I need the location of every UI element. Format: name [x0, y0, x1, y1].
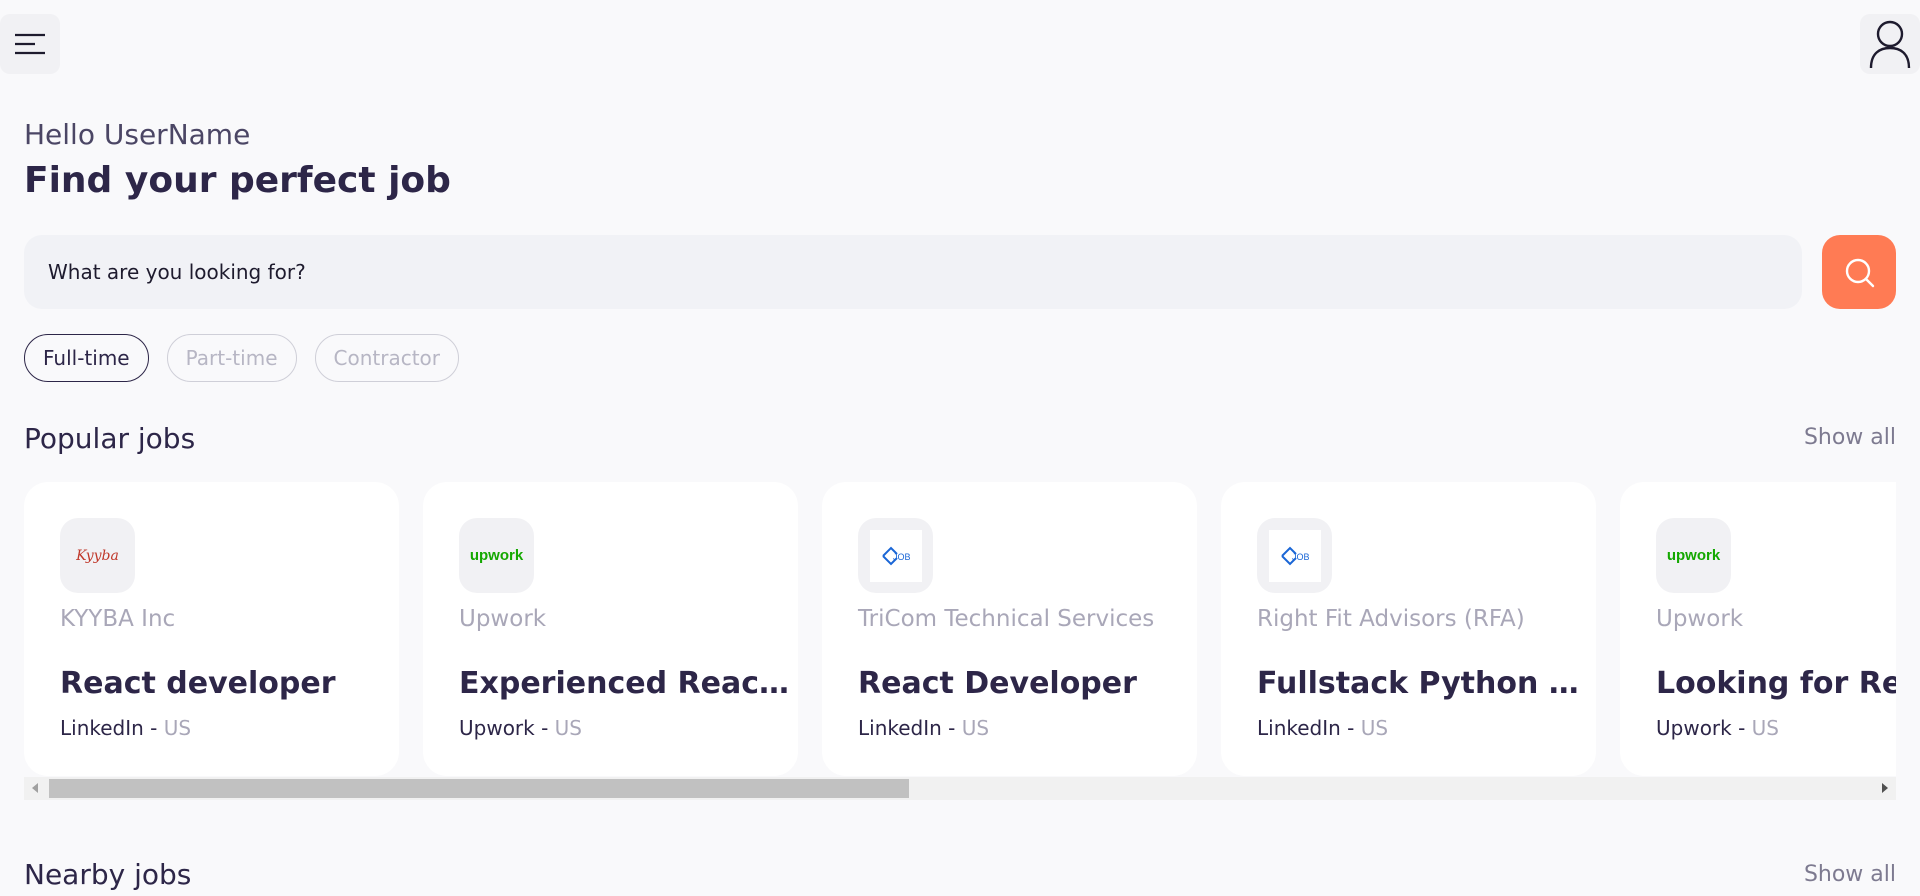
- job-title: Looking for React: [1656, 666, 1896, 701]
- scroll-right-arrow-icon[interactable]: [1882, 783, 1888, 793]
- company-logo: upwork: [1656, 518, 1731, 593]
- search-input[interactable]: [48, 260, 1802, 284]
- source-name: LinkedIn: [60, 716, 144, 740]
- source-name: LinkedIn: [1257, 716, 1341, 740]
- kyyba-logo-icon: Kyyba: [76, 547, 119, 564]
- scroll-left-arrow-icon[interactable]: [32, 783, 38, 793]
- job-title: Fullstack Python & React Developer: [1257, 666, 1587, 701]
- job-source: Upwork - US: [1656, 716, 1779, 740]
- job-title: Experienced React Developer: [459, 666, 789, 701]
- hamburger-menu-icon: [15, 33, 45, 55]
- job-title: React Developer: [858, 666, 1137, 701]
- popular-jobs-carousel: Kyyba KYYBA Inc React developer LinkedIn…: [24, 482, 1896, 776]
- job-logo-icon: JOB: [881, 546, 911, 565]
- search-icon: [1845, 258, 1875, 288]
- source-separator: -: [1731, 716, 1752, 740]
- company-logo: Kyyba: [60, 518, 135, 593]
- user-icon: [1869, 20, 1911, 69]
- job-title: React developer: [60, 666, 336, 701]
- nearby-jobs-title: Nearby jobs: [24, 858, 192, 891]
- job-location: US: [163, 716, 192, 740]
- job-type-filters: Full-time Part-time Contractor: [24, 334, 459, 382]
- job-logo-frame: JOB: [1268, 529, 1321, 582]
- company-name: TriCom Technical Services: [858, 606, 1155, 632]
- job-location: US: [1751, 716, 1780, 740]
- company-name: KYYBA Inc: [60, 606, 176, 632]
- job-source: LinkedIn - US: [60, 716, 191, 740]
- source-separator: -: [941, 716, 962, 740]
- search-bar: [24, 235, 1802, 309]
- job-source: Upwork - US: [459, 716, 582, 740]
- popular-jobs-show-all-link[interactable]: Show all: [1804, 425, 1896, 450]
- job-location: US: [961, 716, 990, 740]
- company-logo: JOB: [858, 518, 933, 593]
- filter-chip-full-time[interactable]: Full-time: [24, 334, 149, 382]
- company-name: Upwork: [1656, 606, 1744, 632]
- company-name: Right Fit Advisors (RFA): [1257, 606, 1525, 632]
- source-separator: -: [534, 716, 555, 740]
- greeting-text: Hello UserName: [24, 118, 251, 151]
- job-logo-frame: JOB: [869, 529, 922, 582]
- job-card[interactable]: JOB TriCom Technical Services React Deve…: [822, 482, 1197, 776]
- carousel-scrollbar[interactable]: [24, 777, 1896, 800]
- profile-button[interactable]: [1860, 14, 1920, 74]
- scrollbar-thumb[interactable]: [49, 779, 909, 798]
- menu-button[interactable]: [0, 14, 60, 74]
- source-name: LinkedIn: [858, 716, 942, 740]
- job-location: US: [1360, 716, 1389, 740]
- upwork-logo-icon: upwork: [1666, 547, 1721, 564]
- job-card[interactable]: upwork Upwork Experienced React Develope…: [423, 482, 798, 776]
- popular-jobs-title: Popular jobs: [24, 422, 196, 455]
- filter-chip-part-time[interactable]: Part-time: [166, 334, 297, 382]
- source-name: Upwork: [1656, 716, 1732, 740]
- job-card[interactable]: upwork Upwork Looking for React Upwork -…: [1620, 482, 1896, 776]
- job-logo-text: JOB: [1292, 552, 1310, 562]
- job-card[interactable]: JOB Right Fit Advisors (RFA) Fullstack P…: [1221, 482, 1596, 776]
- job-source: LinkedIn - US: [858, 716, 989, 740]
- source-separator: -: [1340, 716, 1361, 740]
- page-title: Find your perfect job: [24, 160, 451, 201]
- upwork-logo-icon: upwork: [469, 547, 524, 564]
- company-name: Upwork: [459, 606, 547, 632]
- filter-chip-contractor[interactable]: Contractor: [314, 334, 459, 382]
- job-logo-icon: JOB: [1280, 546, 1310, 565]
- job-card[interactable]: Kyyba KYYBA Inc React developer LinkedIn…: [24, 482, 399, 776]
- search-button[interactable]: [1822, 235, 1896, 309]
- job-logo-text: JOB: [893, 552, 911, 562]
- source-separator: -: [143, 716, 164, 740]
- nearby-jobs-show-all-link[interactable]: Show all: [1804, 862, 1896, 887]
- job-source: LinkedIn - US: [1257, 716, 1388, 740]
- source-name: Upwork: [459, 716, 535, 740]
- company-logo: upwork: [459, 518, 534, 593]
- job-location: US: [554, 716, 583, 740]
- company-logo: JOB: [1257, 518, 1332, 593]
